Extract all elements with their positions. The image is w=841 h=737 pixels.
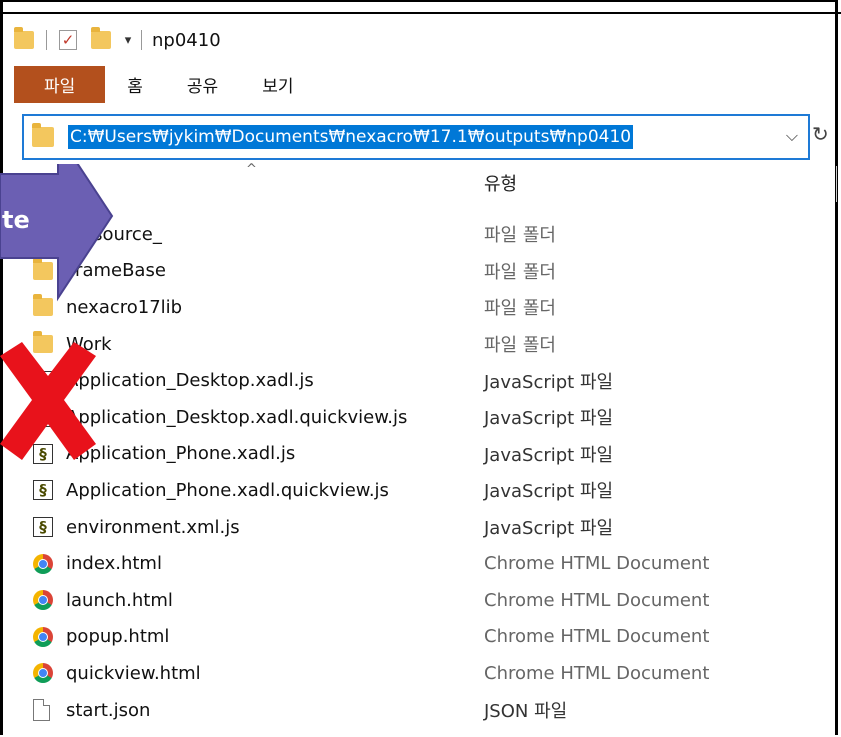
tab-share[interactable]: 공유 — [165, 66, 240, 103]
file-type: 파일 폴더 — [484, 335, 556, 357]
list-item[interactable]: launch.html Chrome HTML Document — [0, 582, 838, 619]
list-item[interactable]: § Application_Desktop.xadl.quickview.js … — [0, 399, 838, 436]
file-name: launch.html — [66, 589, 173, 611]
tab-view[interactable]: 보기 — [240, 66, 315, 103]
file-name: quickview.html — [66, 662, 201, 684]
file-name: Application_Phone.xadl.js — [66, 443, 296, 465]
list-item[interactable]: § Application_Phone.xadl.quickview.js Ja… — [0, 472, 838, 509]
file-type: 파일 폴더 — [484, 225, 556, 247]
file-name: environment.xml.js — [66, 516, 240, 538]
file-name: Application_Desktop.xadl.quickview.js — [66, 406, 408, 428]
list-item[interactable]: nexacro17lib 파일 폴더 — [0, 289, 838, 326]
list-item[interactable]: popup.html Chrome HTML Document — [0, 619, 838, 656]
file-type: JavaScript 파일 — [484, 408, 614, 430]
window-title: np0410 — [152, 29, 221, 51]
file-type: Chrome HTML Document — [484, 626, 710, 648]
file-list: _resource_ 파일 폴더 FrameBase 파일 폴더 nexacro… — [0, 216, 838, 728]
list-item[interactable]: § environment.xml.js JavaScript 파일 — [0, 509, 838, 546]
column-divider[interactable] — [836, 166, 837, 202]
list-item[interactable]: § Application_Phone.xadl.js JavaScript 파… — [0, 436, 838, 473]
file-type: JavaScript 파일 — [484, 481, 614, 503]
tab-home[interactable]: 홈 — [105, 66, 165, 103]
column-header: ^ 유형 — [14, 162, 838, 202]
file-type: JavaScript 파일 — [484, 371, 614, 393]
arrow-annotation-icon — [0, 164, 114, 302]
address-bar[interactable]: C:₩Users₩jykim₩Documents₩nexacro₩17.1₩ou… — [22, 114, 810, 160]
ribbon-tabs: 파일 홈 공유 보기 — [14, 66, 838, 103]
folder-icon — [32, 123, 54, 147]
new-folder-icon[interactable] — [91, 27, 111, 49]
chrome-icon — [33, 626, 53, 647]
js-file-icon: § — [33, 480, 53, 501]
file-name: popup.html — [66, 626, 170, 648]
file-type: 파일 폴더 — [484, 261, 556, 283]
address-path-input[interactable]: C:₩Users₩jykim₩Documents₩nexacro₩17.1₩ou… — [68, 125, 634, 149]
file-name: start.json — [66, 699, 151, 721]
sort-ascending-icon: ^ — [246, 162, 257, 177]
file-name: Application_Phone.xadl.quickview.js — [66, 479, 389, 501]
file-type: Chrome HTML Document — [484, 589, 710, 611]
file-type: 파일 폴더 — [484, 298, 556, 320]
toolbar-separator — [141, 30, 142, 50]
file-name: index.html — [66, 553, 162, 575]
list-item[interactable]: _resource_ 파일 폴더 — [0, 216, 838, 253]
file-icon — [33, 699, 50, 722]
toolbar-separator — [46, 30, 47, 50]
list-item[interactable]: index.html Chrome HTML Document — [0, 545, 838, 582]
list-item[interactable]: Work 파일 폴더 — [0, 326, 838, 363]
chevron-down-icon[interactable]: ⌵ — [786, 126, 798, 146]
file-name: Application_Desktop.xadl.js — [66, 370, 314, 392]
file-type: Chrome HTML Document — [484, 662, 710, 684]
list-item[interactable]: quickview.html Chrome HTML Document — [0, 655, 838, 692]
chrome-icon — [33, 590, 53, 611]
file-type: JavaScript 파일 — [484, 518, 614, 540]
tab-file[interactable]: 파일 — [14, 66, 106, 103]
refresh-icon[interactable]: ↻ — [812, 122, 829, 146]
arrow-label: te — [2, 206, 30, 234]
file-type: Chrome HTML Document — [484, 553, 710, 575]
title-bar: ✓ ▾ np0410 — [14, 22, 221, 58]
x-mark-icon — [0, 342, 96, 460]
list-item[interactable]: FrameBase 파일 폴더 — [0, 253, 838, 290]
list-item[interactable]: § Application_Desktop.xadl.js JavaScript… — [0, 362, 838, 399]
chrome-icon — [33, 553, 53, 574]
list-item[interactable]: start.json JSON 파일 — [0, 692, 838, 729]
file-type: JSON 파일 — [484, 701, 568, 723]
js-file-icon: § — [33, 517, 53, 538]
folder-icon — [14, 27, 34, 49]
customize-toolbar-dropdown-icon[interactable]: ▾ — [121, 33, 135, 48]
chrome-icon — [33, 663, 53, 684]
column-type-header[interactable]: 유형 — [484, 170, 517, 196]
properties-check-icon[interactable]: ✓ — [59, 30, 77, 50]
file-type: JavaScript 파일 — [484, 444, 614, 466]
